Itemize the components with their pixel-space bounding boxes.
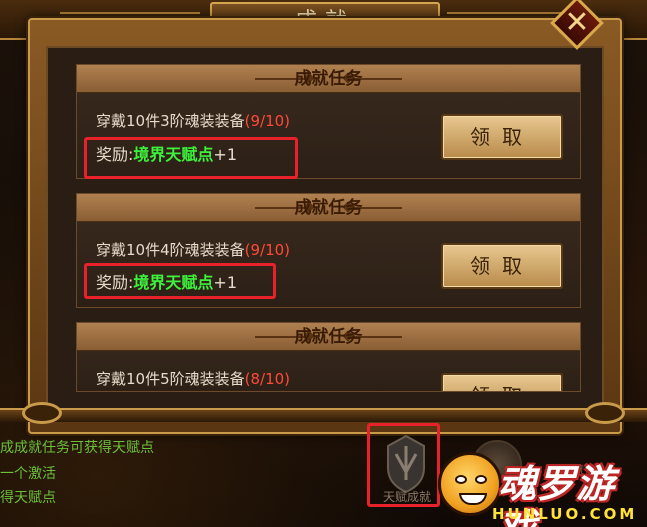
task-description: 穿戴10件3阶魂装装备(9/10): [96, 110, 290, 131]
task-card-header: 成就任务: [77, 194, 580, 222]
claim-button[interactable]: 领取: [441, 114, 563, 160]
mascot-mouth-icon: [459, 493, 487, 505]
reward-highlight-box: [84, 137, 298, 179]
task-description-text: 穿戴10件4阶魂装装备: [96, 241, 245, 259]
task-progress: (9/10): [244, 112, 291, 130]
task-header-title: 成就任务: [294, 69, 363, 89]
task-progress: (9/10): [244, 241, 291, 259]
claim-button[interactable]: 领取: [441, 373, 563, 391]
task-card-header: 成就任务: [77, 323, 580, 351]
task-description-text: 穿戴10件5阶魂装装备: [96, 370, 245, 388]
task-card-header: 成就任务: [77, 65, 580, 93]
claim-button[interactable]: 领取: [441, 243, 563, 289]
hint-text: 得天赋点: [0, 490, 56, 506]
hint-text: 一个激活: [0, 466, 56, 482]
swirl-ornament-icon: [585, 402, 625, 424]
window-bottom-border: [0, 408, 647, 422]
task-header-title: 成就任务: [294, 198, 363, 218]
talent-highlight-box: [367, 423, 440, 507]
task-description-text: 穿戴10件3阶魂装装备: [96, 112, 245, 130]
reward-highlight-box: [84, 263, 276, 299]
watermark-url: HUNLUO.COM: [492, 505, 638, 523]
swirl-ornament-icon: [22, 402, 62, 424]
mascot-eye-icon: [455, 475, 467, 484]
close-x-icon[interactable]: ✕: [558, 4, 596, 42]
task-description: 穿戴10件4阶魂装装备(9/10): [96, 239, 290, 260]
task-card: 成就任务 穿戴10件5阶魂装装备(8/10) 领取: [76, 322, 581, 392]
mascot-eye-icon: [475, 475, 487, 484]
task-progress: (8/10): [244, 370, 291, 388]
hint-text: 成成就任务可获得天赋点: [0, 440, 154, 456]
task-description: 穿戴10件5阶魂装装备(8/10): [96, 368, 290, 389]
task-header-title: 成就任务: [294, 327, 363, 347]
